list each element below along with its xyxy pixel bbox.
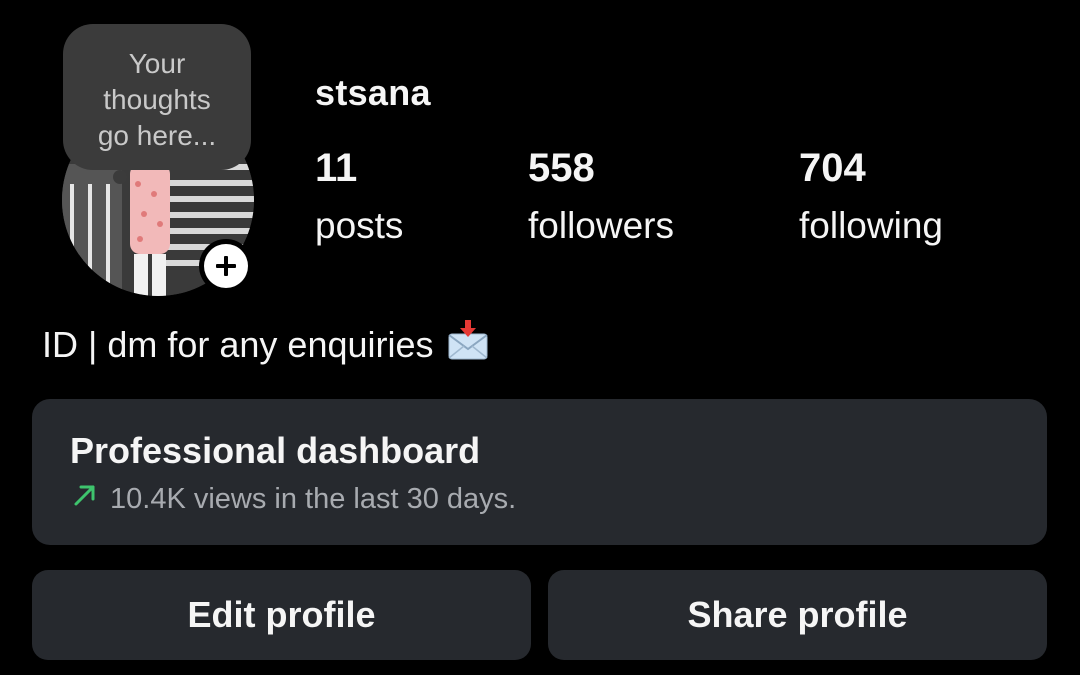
- posts-label[interactable]: posts: [315, 205, 403, 247]
- posts-count[interactable]: 11: [315, 146, 357, 191]
- note-bubble-tail: [113, 170, 127, 184]
- dashboard-title: Professional dashboard: [70, 430, 481, 471]
- edit-profile-button[interactable]: Edit profile: [32, 570, 531, 660]
- professional-dashboard-card[interactable]: [32, 399, 1047, 545]
- following-count[interactable]: 704: [799, 146, 866, 191]
- dashboard-views-text: 10.4K views in the last 30 days.: [110, 482, 517, 515]
- bio: ID | dm for any enquiries: [42, 318, 490, 371]
- trend-up-arrow-icon: [72, 482, 98, 516]
- incoming-envelope-icon: [446, 318, 490, 371]
- note-placeholder: Your thoughts go here...: [97, 48, 217, 151]
- followers-count[interactable]: 558: [528, 146, 595, 191]
- followers-label[interactable]: followers: [528, 205, 674, 247]
- note-bubble[interactable]: Your thoughts go here...: [63, 24, 251, 170]
- share-profile-button[interactable]: Share profile: [548, 570, 1047, 660]
- following-label[interactable]: following: [799, 205, 943, 247]
- dashboard-subtitle: 10.4K views in the last 30 days.: [72, 482, 516, 516]
- plus-icon: [204, 244, 248, 288]
- bio-text: ID | dm for any enquiries: [42, 323, 434, 365]
- add-story-button[interactable]: [199, 239, 253, 293]
- username: stsana: [315, 72, 431, 113]
